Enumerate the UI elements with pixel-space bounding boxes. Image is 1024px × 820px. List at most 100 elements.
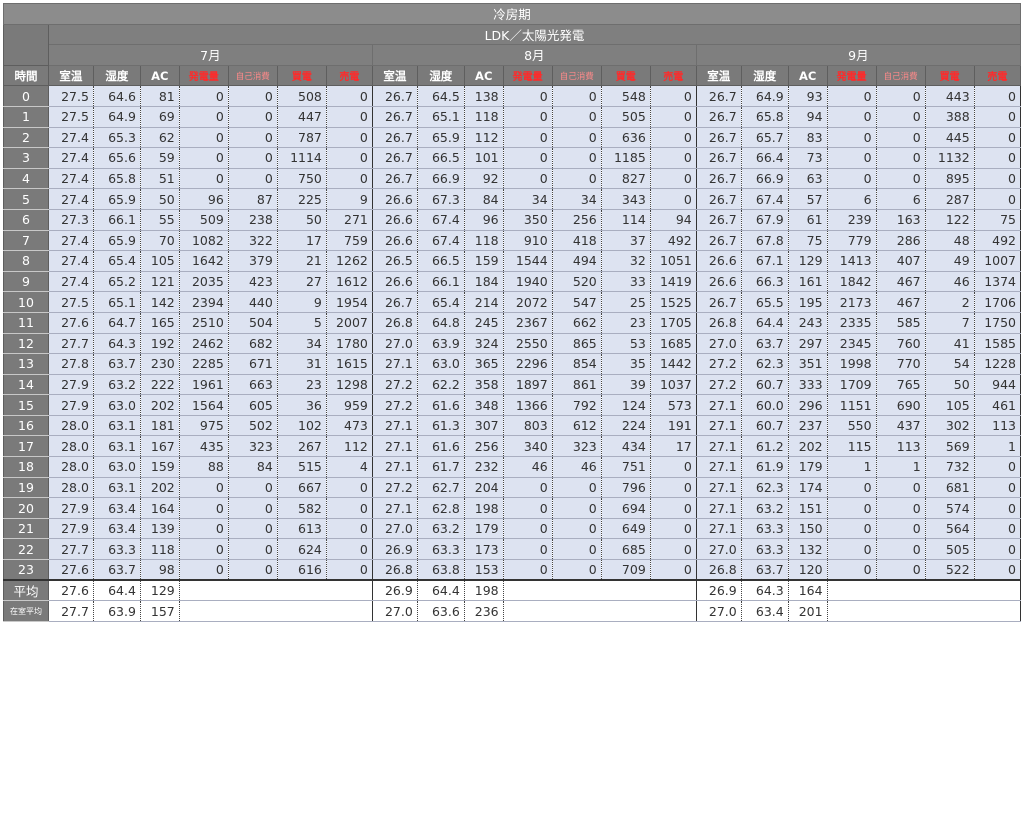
column-header: 湿度 [740,64,789,87]
footer-blank-cell [503,600,697,622]
value-cell: 1 [826,456,877,478]
hour-cell: 12 [3,332,49,355]
value-cell: 0 [551,167,602,190]
value-cell: 467 [875,291,926,313]
value-cell: 1298 [325,373,373,396]
value-cell: 26.8 [371,559,418,581]
value-cell: 195 [787,291,828,313]
hour-cell: 3 [3,147,49,169]
value-cell: 1419 [649,270,697,293]
value-cell: 0 [973,456,1022,478]
footer-value-cell: 27.0 [695,600,742,622]
value-cell: 75 [973,208,1022,231]
value-cell: 23 [276,373,327,396]
value-cell: 0 [649,538,697,561]
value-cell: 65.1 [416,105,465,128]
value-cell: 547 [551,291,602,313]
value-cell: 101 [463,147,504,169]
table-row: 9 27.4 65.2 121 2035 423 27 1612 26.6 66.1 184 1940… [3,270,1022,293]
value-cell: 26.9 [371,538,418,561]
value-cell: 33 [600,270,651,293]
value-cell: 21 [276,250,327,272]
column-header: 売電 [973,64,1022,87]
column-header: 売電 [325,64,373,87]
value-cell: 1366 [502,394,553,416]
value-cell: 2550 [502,332,553,355]
value-cell: 6 [826,188,877,210]
value-cell: 51 [139,167,180,190]
value-cell: 26.6 [371,270,418,293]
value-cell: 48 [924,229,975,252]
value-cell: 62.8 [416,497,465,519]
value-cell: 2173 [826,291,877,313]
value-cell: 151 [787,497,828,519]
value-cell: 348 [463,394,504,416]
value-cell: 690 [875,394,926,416]
value-cell: 63.7 [92,559,141,581]
value-cell: 64.4 [740,311,789,334]
value-cell: 461 [973,394,1022,416]
value-cell: 237 [787,414,828,437]
value-cell: 112 [463,126,504,149]
value-cell: 34 [551,188,602,210]
value-cell: 88 [178,456,229,478]
value-cell: 0 [875,559,926,581]
value-cell: 1525 [649,291,697,313]
value-cell: 0 [227,167,278,190]
table-row: 15 27.9 63.0 202 1564 605 36 959 27.2 61.6 348 1366… [3,394,1022,416]
value-cell: 573 [649,394,697,416]
value-cell: 67.4 [740,188,789,210]
value-cell: 243 [787,311,828,334]
value-cell: 26.7 [695,229,742,252]
value-cell: 27.1 [695,435,742,458]
footer-value-cell: 157 [139,600,180,622]
value-cell: 6 [875,188,926,210]
value-cell: 63.0 [92,394,141,416]
value-cell: 31 [276,353,327,375]
value-cell: 142 [139,291,180,313]
value-cell: 121 [139,270,180,293]
value-cell: 649 [600,517,651,540]
value-cell: 65.9 [92,229,141,252]
value-cell: 2296 [502,353,553,375]
value-cell: 81 [139,85,180,107]
value-cell: 0 [551,538,602,561]
value-cell: 0 [551,105,602,128]
value-cell: 2285 [178,353,229,375]
value-cell: 66.1 [416,270,465,293]
footer-label: 在室平均 [3,600,49,622]
table-row: 19 28.0 63.1 202 0 0 667 0 27.2 62.7 204 0 0 796 0 27.1… [3,476,1022,499]
value-cell: 26.5 [371,250,418,272]
value-cell: 0 [826,85,877,107]
value-cell: 0 [227,517,278,540]
value-cell: 350 [502,208,553,231]
value-cell: 796 [600,476,651,499]
value-cell: 333 [787,373,828,396]
value-cell: 63.0 [92,456,141,478]
value-cell: 667 [276,476,327,499]
column-header: 発電量 [826,64,877,87]
column-header: AC [139,64,180,87]
value-cell: 27.1 [695,456,742,478]
value-cell: 792 [551,394,602,416]
value-cell: 46 [551,456,602,478]
value-cell: 0 [227,559,278,581]
hour-cell: 7 [3,229,49,252]
value-cell: 508 [276,85,327,107]
value-cell: 0 [178,559,229,581]
value-cell: 27.2 [371,394,418,416]
value-cell: 509 [178,208,229,231]
value-cell: 0 [875,538,926,561]
value-cell: 1228 [973,353,1022,375]
value-cell: 39 [600,373,651,396]
hour-cell: 6 [3,208,49,231]
value-cell: 61.6 [416,435,465,458]
value-cell: 662 [551,311,602,334]
value-cell: 0 [875,147,926,169]
value-cell: 7 [924,311,975,334]
value-cell: 27.8 [47,353,94,375]
value-cell: 64.9 [740,85,789,107]
value-cell: 0 [227,85,278,107]
value-cell: 27.0 [371,517,418,540]
table-row: 5 27.4 65.9 50 96 87 225 9 26.6 67.3 84 34 34 343 0 26.… [3,188,1022,210]
